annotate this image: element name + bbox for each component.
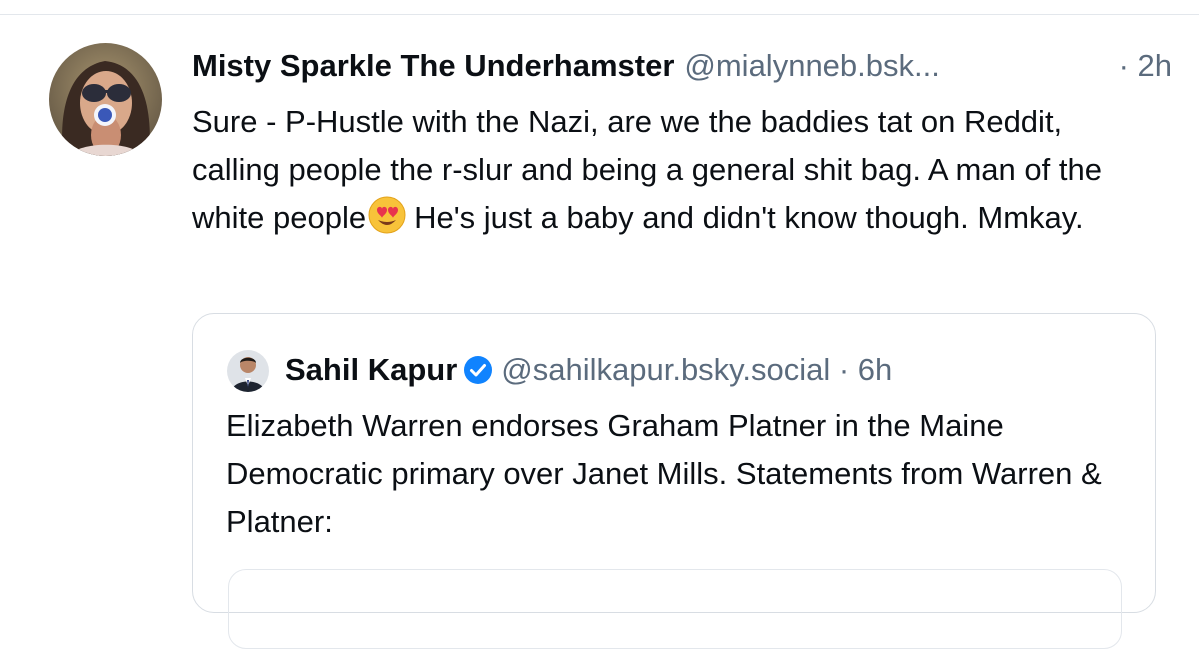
verified-badge-icon bbox=[463, 353, 493, 384]
quoted-embed-card[interactable] bbox=[228, 569, 1122, 649]
author-handle[interactable]: @mialynneb.bsk... bbox=[684, 48, 939, 83]
post-text-part-2: He's just a baby and didn't know though.… bbox=[414, 200, 1084, 235]
quoted-author-avatar[interactable] bbox=[227, 350, 269, 392]
heart-eyes-emoji-icon bbox=[368, 196, 406, 234]
post-timestamp[interactable]: · 2h bbox=[1119, 44, 1172, 88]
post-header: Misty Sparkle The Underhamster @mialynneb… bbox=[192, 44, 1172, 88]
quoted-author-name[interactable]: Sahil Kapur bbox=[285, 352, 457, 387]
quoted-post-card[interactable]: Sahil Kapur @sahilkapur.bsky.social · 6h… bbox=[192, 313, 1156, 649]
quoted-post-text: Elizabeth Warren endorses Graham Platner… bbox=[226, 408, 1102, 539]
post[interactable]: Misty Sparkle The Underhamster @mialynneb… bbox=[0, 0, 1199, 649]
quoted-author-handle[interactable]: @sahilkapur.bsky.social bbox=[501, 352, 830, 387]
quoted-post-timestamp: · 6h bbox=[838, 352, 893, 387]
quoted-post-header: Sahil Kapur @sahilkapur.bsky.social · 6h bbox=[285, 348, 892, 392]
author-avatar[interactable] bbox=[49, 43, 162, 156]
post-text: Sure - P-Hustle with the Nazi, are we th… bbox=[192, 98, 1152, 242]
author-name[interactable]: Misty Sparkle The Underhamster bbox=[192, 48, 674, 83]
